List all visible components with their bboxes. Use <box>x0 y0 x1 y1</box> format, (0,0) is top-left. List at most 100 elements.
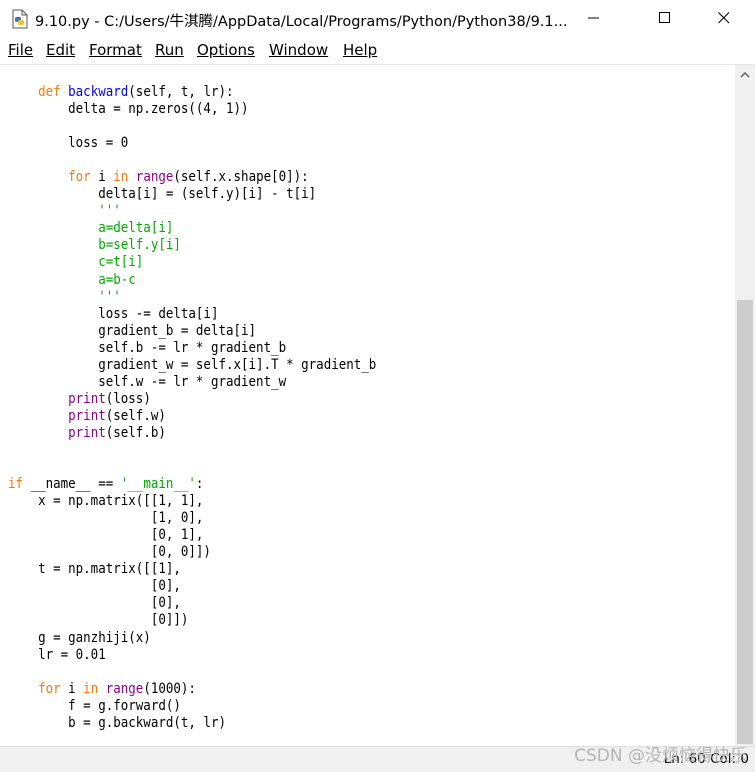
code-line[interactable]: ''' <box>8 289 376 306</box>
code-token: (self.b) <box>105 424 166 441</box>
code-line[interactable] <box>8 459 376 476</box>
scroll-up-button[interactable] <box>735 65 755 85</box>
code-line[interactable]: ''' <box>8 203 376 220</box>
code-line[interactable] <box>8 152 376 169</box>
code-line[interactable]: g = ganzhiji(x) <box>8 630 376 647</box>
code-token: gradient_w = self.x[i].T * gradient_b <box>8 356 377 373</box>
code-token: a=delta[i] <box>98 220 174 237</box>
code-token: c=t[i] <box>98 254 144 271</box>
python-file-icon <box>12 9 28 29</box>
code-line[interactable]: gradient_w = self.x[i].T * gradient_b <box>8 357 376 374</box>
scrollbar-thumb[interactable] <box>737 300 753 744</box>
code-line[interactable]: b=self.y[i] <box>8 237 376 254</box>
menu-edit-label: Edit <box>46 41 76 59</box>
watermark: CSDN @没烦恼得快乐 <box>574 746 747 766</box>
code-line[interactable]: for i in range(1000): <box>8 681 376 698</box>
code-line[interactable]: for i in range(self.x.shape[0]): <box>8 169 376 186</box>
code-token: [0]]) <box>8 612 189 629</box>
menu-options[interactable]: Options <box>197 41 255 59</box>
code-line[interactable]: [1, 0], <box>8 510 376 527</box>
code-line[interactable]: [0, 1], <box>8 527 376 544</box>
code-token: lr = 0.01 <box>8 646 106 663</box>
maximize-icon <box>659 12 670 23</box>
code-token: t = np.matrix([[1], <box>8 561 181 578</box>
code-line[interactable]: t = np.matrix([[1], <box>8 561 376 578</box>
menu-edit[interactable]: Edit <box>46 41 75 59</box>
code-line[interactable]: loss -= delta[i] <box>8 306 376 323</box>
code-token: delta[i] = (self.y)[i] - t[i] <box>8 186 317 203</box>
minimize-button[interactable] <box>571 0 617 36</box>
code-token: (loss) <box>105 390 151 407</box>
menu-options-label: Options <box>197 41 255 59</box>
menu-window-label: Window <box>269 41 329 59</box>
code-token: [1, 0], <box>8 510 204 527</box>
code-token: b=self.y[i] <box>98 237 181 254</box>
menu-window[interactable]: Window <box>269 41 328 59</box>
code-token: : <box>195 476 204 493</box>
code-line[interactable]: if __name__ == '__main__': <box>8 476 376 493</box>
code-line[interactable] <box>8 118 376 135</box>
code-line[interactable]: [0], <box>8 595 376 612</box>
code-editor[interactable]: def backward(self, t, lr): delta = np.ze… <box>0 65 735 746</box>
close-button[interactable] <box>701 0 747 36</box>
code-text[interactable]: def backward(self, t, lr): delta = np.ze… <box>8 84 376 732</box>
code-token: i <box>90 169 114 186</box>
code-line[interactable]: [0], <box>8 578 376 595</box>
menu-file[interactable]: File <box>8 41 33 59</box>
code-token: def <box>38 84 61 100</box>
code-token: print <box>68 407 106 424</box>
vertical-scrollbar[interactable] <box>735 65 755 746</box>
code-line[interactable]: c=t[i] <box>8 254 376 271</box>
code-line[interactable]: gradient_b = delta[i] <box>8 323 376 340</box>
code-token: self.w -= lr * gradient_w <box>8 373 287 390</box>
code-token: if <box>8 476 24 493</box>
code-line[interactable]: print(self.w) <box>8 408 376 425</box>
code-line[interactable]: [0, 0]]) <box>8 544 376 561</box>
window-title: 9.10.py - C:/Users/牛淇腾/AppData/Local/Pro… <box>35 14 568 30</box>
code-token: '__main__' <box>120 476 196 493</box>
code-token: gradient_b = delta[i] <box>8 322 257 339</box>
code-token: in <box>83 680 99 697</box>
code-line[interactable] <box>8 442 376 459</box>
code-token: ''' <box>98 288 121 305</box>
code-token: range <box>135 169 174 186</box>
code-token: x = np.matrix([[1, 1], <box>8 493 204 510</box>
code-line[interactable]: a=b-c <box>8 272 376 289</box>
code-line[interactable]: [0]]) <box>8 612 376 629</box>
code-line[interactable] <box>8 664 376 681</box>
code-token: g = ganzhiji(x) <box>8 629 151 646</box>
code-token: i <box>60 680 84 697</box>
code-line[interactable]: a=delta[i] <box>8 220 376 237</box>
code-token: f = g.forward() <box>8 697 181 714</box>
code-line[interactable]: f = g.forward() <box>8 698 376 715</box>
code-line[interactable]: delta = np.zeros((4, 1)) <box>8 101 376 118</box>
chevron-up-icon <box>740 71 750 78</box>
code-token: (self, t, lr): <box>128 84 234 100</box>
menu-run-label: Run <box>155 41 184 59</box>
code-token: [0, 0]]) <box>8 544 211 561</box>
code-line[interactable]: x = np.matrix([[1, 1], <box>8 493 376 510</box>
code-line[interactable]: b = g.backward(t, lr) <box>8 715 376 732</box>
menu-format[interactable]: Format <box>89 41 142 59</box>
code-line[interactable]: delta[i] = (self.y)[i] - t[i] <box>8 186 376 203</box>
code-line[interactable]: loss = 0 <box>8 135 376 152</box>
menu-help[interactable]: Help <box>343 41 377 59</box>
code-line[interactable]: self.w -= lr * gradient_w <box>8 374 376 391</box>
menu-run[interactable]: Run <box>155 41 184 59</box>
code-token: self.b -= lr * gradient_b <box>8 339 287 356</box>
code-line[interactable]: print(loss) <box>8 391 376 408</box>
code-line[interactable]: print(self.b) <box>8 425 376 442</box>
maximize-button[interactable] <box>642 0 688 36</box>
code-line[interactable]: self.b -= lr * gradient_b <box>8 340 376 357</box>
code-line[interactable]: lr = 0.01 <box>8 647 376 664</box>
code-token: __name__ == <box>23 476 121 493</box>
code-line[interactable]: def backward(self, t, lr): <box>8 84 376 101</box>
